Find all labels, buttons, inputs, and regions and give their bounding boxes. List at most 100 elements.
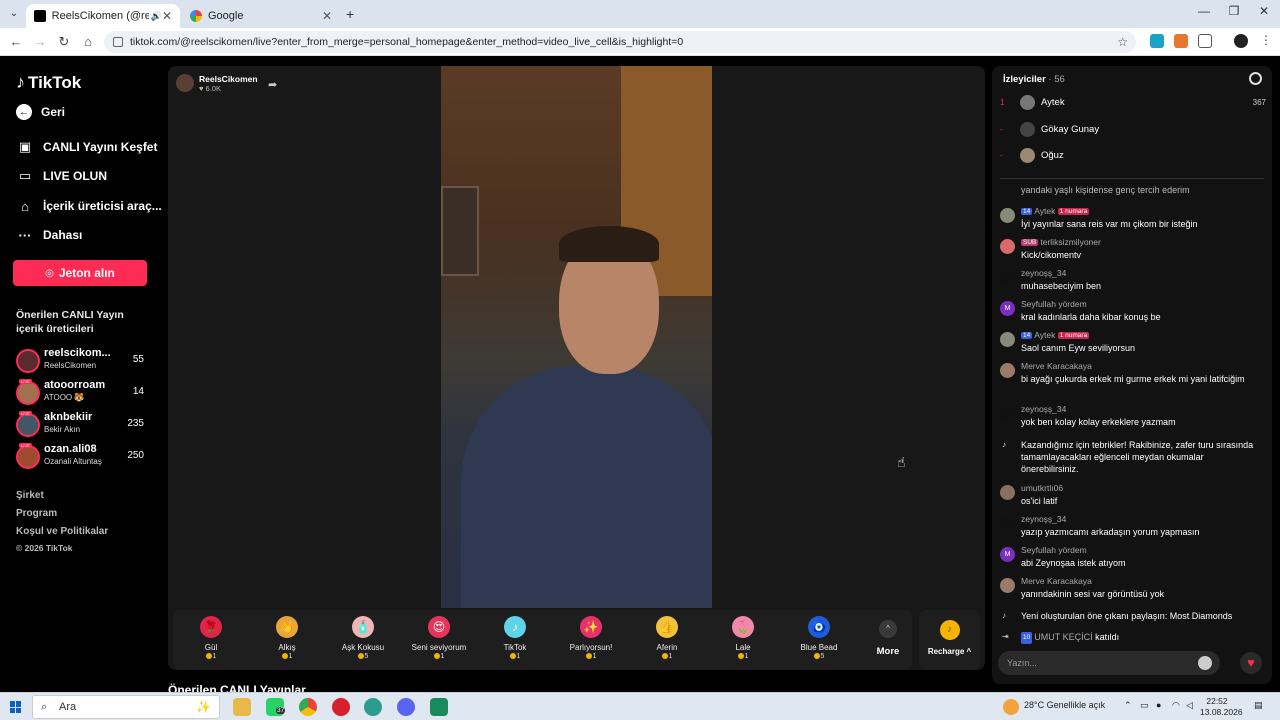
avatar[interactable] [1000, 208, 1015, 223]
nav-go-live[interactable]: ▭ LIVE OLUN [16, 166, 107, 186]
sender-name[interactable]: zeynoşş_34 [1021, 268, 1066, 278]
sender-name[interactable]: Seyfullah yördem [1021, 545, 1087, 555]
footer-program-link[interactable]: Program [16, 508, 57, 519]
speaker-icon[interactable]: ◁ [1186, 700, 1193, 711]
address-bar[interactable]: tiktok.com/@reelscikomen/live?enter_from… [104, 31, 1136, 53]
restore-icon[interactable]: ❐ [1224, 4, 1244, 18]
whatsapp-icon[interactable]: 37 [266, 698, 286, 716]
windows-start-icon[interactable] [10, 701, 22, 713]
avatar[interactable] [1000, 270, 1015, 285]
home-icon[interactable]: ⌂ [80, 34, 96, 50]
network-icon[interactable]: ▭ [1140, 700, 1149, 711]
heart-icon[interactable]: ♥ [1240, 652, 1262, 674]
host-info[interactable]: ReelsCikomen ♥ 6.0K [176, 72, 258, 94]
chrome-icon[interactable] [299, 698, 317, 716]
close-tab-icon[interactable]: ✕ [162, 9, 172, 23]
avatar[interactable]: M [1000, 547, 1015, 562]
gift-item[interactable]: 👏 Alkış 1 [249, 616, 325, 660]
sender-name[interactable]: Aytek [1034, 206, 1055, 216]
sender-name[interactable]: zeynoşş_34 [1021, 514, 1066, 524]
avatar[interactable] [1000, 332, 1015, 347]
chat-input[interactable]: Yazın... [998, 651, 1220, 675]
taskbar-search[interactable]: ⌕ Ara ✨ [32, 695, 220, 719]
tab-tiktok[interactable]: ReelsCikomen (@reelsciko 🔊 ✕ [26, 4, 180, 28]
host-avatar[interactable] [176, 74, 194, 92]
close-tab-icon[interactable]: ✕ [322, 9, 332, 23]
sender-name[interactable]: zeynoşş_34 [1021, 404, 1066, 414]
gear-icon[interactable] [1249, 72, 1262, 85]
gift-item[interactable]: ✨ Parlıyorsun! 1 [553, 616, 629, 660]
sender-name[interactable]: Merve Karacakaya [1021, 576, 1092, 586]
gift-item[interactable]: 👍 Aferin 1 [629, 616, 705, 660]
reload-icon[interactable]: ↻ [56, 34, 72, 50]
joiner-name[interactable]: UMUT KEÇİCİ [1034, 632, 1092, 642]
gift-item[interactable]: 😍 Seni seviyorum 1 [401, 616, 477, 660]
app-green-icon[interactable] [430, 698, 448, 716]
nav-creator-tools[interactable]: ⌂ İçerik üreticisi araç... [16, 196, 162, 216]
avatar[interactable] [1000, 578, 1015, 593]
weather-icon[interactable] [1003, 699, 1019, 715]
profile-avatar[interactable] [1234, 34, 1248, 48]
nav-explore-live[interactable]: ▣ CANLI Yayını Keşfet [16, 137, 158, 157]
gift-item[interactable]: ♪ TikTok 1 [477, 616, 553, 660]
chevron-up-icon[interactable]: ⌃ [1124, 700, 1132, 711]
creator-item[interactable]: reelscikom... ReelsCikomen 55 [16, 347, 150, 375]
app-icon[interactable] [364, 698, 382, 716]
site-info-icon[interactable] [113, 37, 123, 47]
sender-name[interactable]: terliksizmilyoner [1040, 237, 1100, 247]
avatar[interactable] [1000, 516, 1015, 531]
live-video[interactable] [441, 66, 712, 608]
menu-kebab-icon[interactable]: ⋮ [1260, 33, 1272, 47]
tab-search-icon[interactable]: ⌄ [6, 6, 22, 22]
sender-name[interactable]: Merve Karacakaya [1021, 361, 1092, 371]
extension-fox-icon[interactable] [1174, 34, 1188, 48]
creator-item[interactable]: LIVE ozan.ali08 Ozanali Altuntaş 250 [16, 443, 150, 471]
new-tab-button[interactable]: + [346, 6, 354, 22]
viewers-header[interactable]: İzleyiciler · 56 [1003, 74, 1065, 85]
sender-name[interactable]: umutkrtlı06 [1021, 483, 1063, 493]
sender-name[interactable]: Seyfullah yördem [1021, 299, 1087, 309]
emoji-icon[interactable] [1198, 656, 1212, 670]
top-viewer[interactable]: - Oğuz [1000, 146, 1266, 164]
top-viewer[interactable]: 1 Aytek 367 [1000, 93, 1266, 111]
microphone-icon[interactable]: ● [1156, 700, 1161, 710]
forward-icon[interactable]: → [32, 34, 48, 50]
gift-item[interactable]: 🧿 Blue Bead 5 [781, 616, 857, 660]
footer-company-link[interactable]: Şirket [16, 490, 44, 501]
share-icon[interactable]: ➦ [268, 78, 277, 91]
extension-icon[interactable] [1150, 34, 1164, 48]
more-gifts-button[interactable]: ^ More [873, 620, 903, 657]
gift-item[interactable]: 🌹 Gül 1 [173, 616, 249, 660]
avatar[interactable] [1000, 485, 1015, 500]
weather-text[interactable]: 28°C Genellikle açık [1024, 700, 1105, 710]
wifi-icon[interactable]: ◠ [1172, 700, 1180, 711]
clock[interactable]: 22:52 13.08.2026 [1200, 696, 1243, 718]
close-window-icon[interactable]: ✕ [1254, 4, 1274, 18]
gift-item[interactable]: 🧴 Aşk Kokusu 5 [325, 616, 401, 660]
back-icon[interactable]: ← [8, 34, 24, 50]
avatar[interactable] [1000, 239, 1015, 254]
sender-name[interactable]: Aytek [1034, 330, 1055, 340]
top-viewer[interactable]: - Gökay Gunay [1000, 120, 1266, 138]
gift-item[interactable]: 🌷 Lale 1 [705, 616, 781, 660]
footer-terms-link[interactable]: Koşul ve Politikalar [16, 526, 108, 537]
nav-more[interactable]: ··· Dahası [16, 225, 83, 245]
bookmark-star-icon[interactable]: ☆ [1117, 31, 1128, 53]
avatar[interactable] [1000, 406, 1015, 421]
file-explorer-icon[interactable] [233, 698, 251, 716]
avatar[interactable] [1000, 363, 1015, 378]
get-coins-button[interactable]: ◎ Jeton alın [13, 260, 147, 286]
creator-item[interactable]: LIVE atooorroam ATOOO 🐯 14 [16, 379, 150, 407]
tiktok-logo[interactable]: ♪ TikTok [16, 72, 81, 93]
tab-google[interactable]: Google ✕ [182, 4, 340, 28]
minimize-icon[interactable]: — [1194, 4, 1214, 18]
nav-back[interactable]: ← Geri [16, 102, 65, 122]
avatar[interactable]: M [1000, 301, 1015, 316]
extensions-puzzle-icon[interactable] [1198, 34, 1212, 48]
creator-item[interactable]: LIVE aknbekiir Bekir Akın 235 [16, 411, 150, 439]
notifications-icon[interactable]: ▤ [1254, 700, 1263, 711]
opera-icon[interactable] [332, 698, 350, 716]
recharge-button[interactable]: ♪ Recharge ^ [919, 610, 980, 670]
audio-icon[interactable]: 🔊 [151, 11, 162, 22]
discord-icon[interactable] [397, 698, 415, 716]
